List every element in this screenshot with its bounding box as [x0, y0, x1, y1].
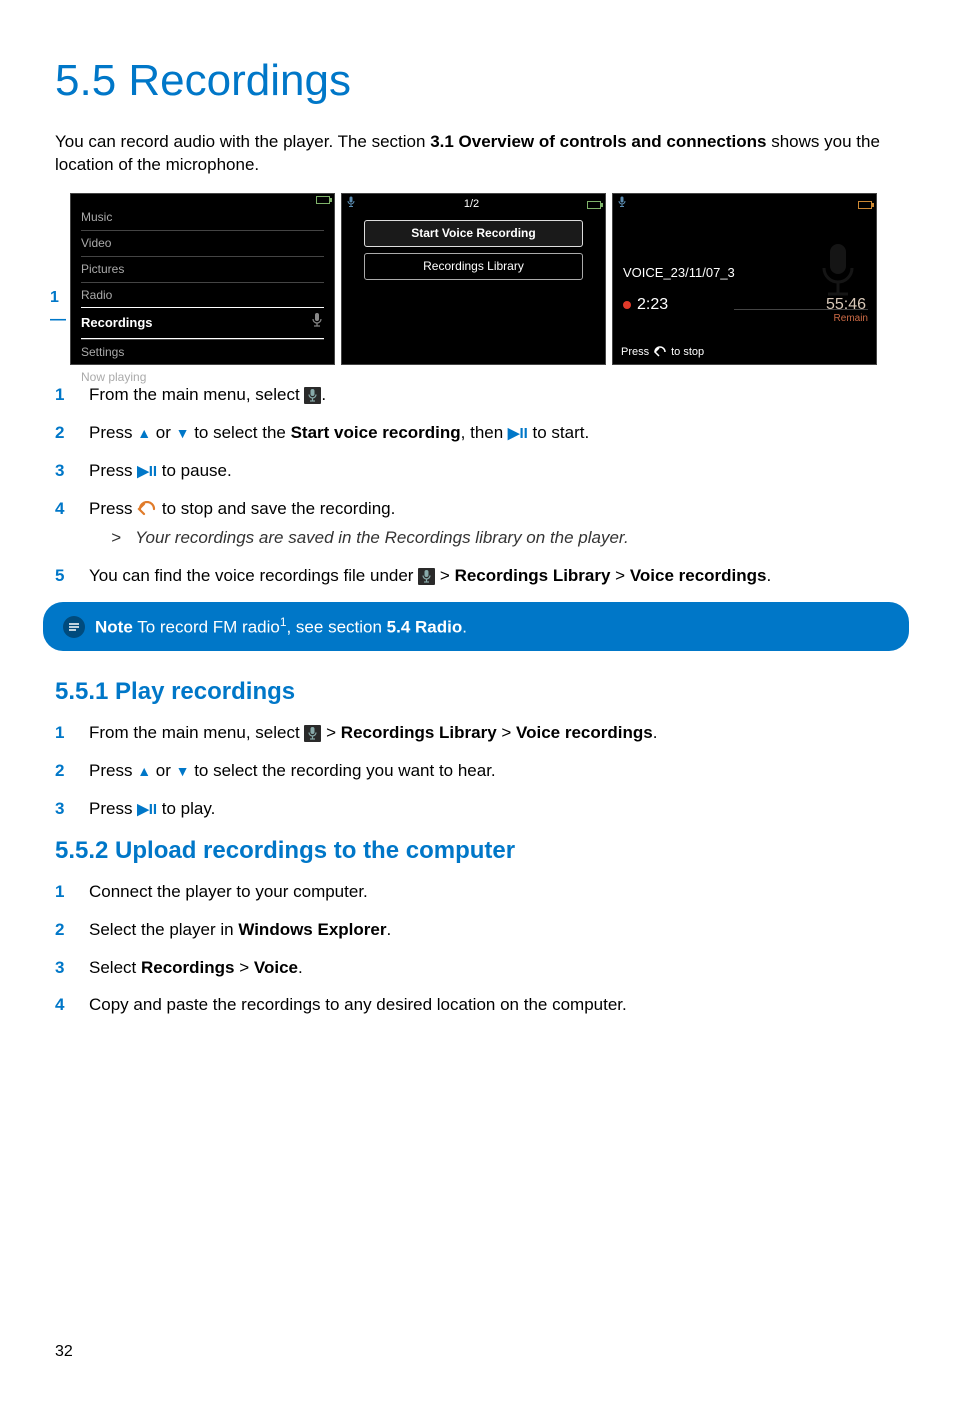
callout-number: 1 — — [50, 193, 64, 365]
up-arrow-icon: ▲ — [137, 425, 151, 441]
menu-item: Pictures — [81, 256, 324, 282]
microphone-icon — [304, 725, 321, 742]
microphone-large-icon — [814, 240, 862, 300]
option-start-recording: Start Voice Recording — [364, 220, 583, 247]
menu-item: Music — [81, 205, 324, 230]
upload-step-2: Select the player in Windows Explorer. — [89, 918, 909, 942]
elapsed-time: 2:23 — [637, 294, 668, 316]
back-icon — [653, 346, 667, 358]
down-arrow-icon: ▼ — [176, 763, 190, 779]
step-5: You can find the voice recordings file u… — [89, 564, 909, 588]
microphone-icon — [418, 568, 435, 585]
note-box: Note To record FM radio1, see section 5.… — [43, 602, 909, 651]
menu-item-selected: Recordings — [81, 307, 324, 338]
screenshot-recordings-menu: 1/2 Start Voice Recording Recordings Lib… — [341, 193, 606, 365]
screenshot-recording: VOICE_23/11/07_3 Remain 2:23 55:46 Press… — [612, 193, 877, 365]
battery-low-icon — [858, 201, 872, 209]
subheading-upload: 5.5.2 Upload recordings to the computer — [55, 834, 909, 868]
subheading-play: 5.5.1 Play recordings — [55, 675, 909, 709]
menu-item: Settings — [81, 339, 324, 365]
step-number: 5 — [55, 564, 69, 588]
play-pause-icon: ▶II — [137, 463, 157, 480]
page-title: 5.5 Recordings — [55, 50, 909, 112]
back-icon — [137, 499, 157, 518]
screenshot-main-menu: Music Video Pictures Radio Recordings Se… — [70, 193, 335, 365]
step-2: Press ▲ or ▼ to select the Start voice r… — [89, 421, 909, 445]
step-3: Press ▶II to pause. — [89, 459, 909, 483]
option-recordings-library: Recordings Library — [364, 253, 583, 280]
play-step-1: From the main menu, select > Recordings … — [89, 721, 909, 745]
step-4: Press to stop and save the recording. > … — [89, 497, 909, 551]
step-number: 3 — [55, 956, 69, 980]
down-arrow-icon: ▼ — [176, 425, 190, 441]
step-number: 4 — [55, 993, 69, 1017]
note-label: Note — [95, 618, 133, 637]
page-indicator: 1/2 — [464, 197, 479, 212]
step-number: 2 — [55, 918, 69, 942]
play-step-2: Press ▲ or ▼ to select the recording you… — [89, 759, 909, 783]
step-number: 3 — [55, 459, 69, 483]
step-number: 2 — [55, 759, 69, 783]
page-number: 32 — [55, 1341, 909, 1363]
battery-icon — [587, 201, 601, 209]
microphone-icon — [310, 312, 324, 333]
up-arrow-icon: ▲ — [137, 763, 151, 779]
upload-step-1: Connect the player to your computer. — [89, 880, 909, 904]
intro: You can record audio with the player. Th… — [55, 130, 909, 178]
step-number: 1 — [55, 880, 69, 904]
note-icon — [63, 616, 85, 638]
step-number: 1 — [55, 721, 69, 745]
menu-item: Radio — [81, 282, 324, 308]
upload-step-3: Select Recordings > Voice. — [89, 956, 909, 980]
step-4-note: Your recordings are saved in the Recordi… — [135, 528, 629, 547]
menu-item: Now playing — [81, 364, 324, 390]
remain-label: Remain — [734, 309, 868, 326]
battery-icon — [316, 196, 330, 204]
step-number: 1 — [55, 383, 69, 407]
intro-bold: 3.1 Overview of controls and connections — [430, 132, 766, 151]
upload-step-4: Copy and paste the recordings to any des… — [89, 993, 909, 1017]
microphone-icon — [346, 196, 356, 213]
step-number: 4 — [55, 497, 69, 551]
microphone-icon — [617, 196, 627, 213]
play-pause-icon: ▶II — [508, 425, 528, 442]
record-dot-icon — [623, 301, 631, 309]
play-step-3: Press ▶II to play. — [89, 797, 909, 821]
play-pause-icon: ▶II — [137, 801, 157, 818]
step-number: 2 — [55, 421, 69, 445]
press-to-stop: Press to stop — [621, 345, 704, 360]
step-number: 3 — [55, 797, 69, 821]
intro-pre: You can record audio with the player. Th… — [55, 132, 430, 151]
menu-item: Video — [81, 230, 324, 256]
